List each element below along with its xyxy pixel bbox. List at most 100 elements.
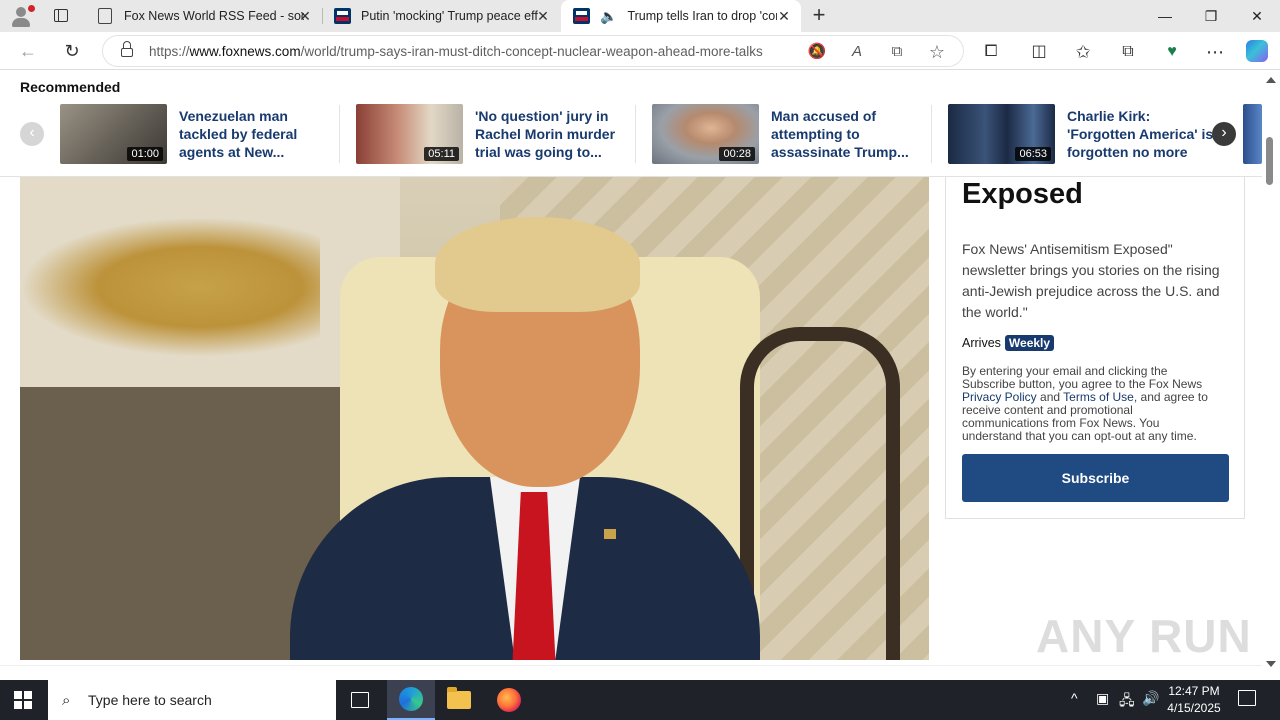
arrives-label: Arrives bbox=[962, 336, 1001, 350]
task-view-button[interactable] bbox=[336, 680, 384, 720]
speaker-icon[interactable]: 🔈 bbox=[600, 8, 617, 25]
taskbar-search-placeholder: Type here to search bbox=[88, 692, 212, 708]
tab-rss-feed[interactable]: Fox News World RSS Feed - socc ✕ bbox=[86, 0, 322, 32]
scroll-down-icon[interactable] bbox=[1266, 661, 1276, 667]
video-thumbnail[interactable] bbox=[1243, 104, 1262, 164]
clock-time: 12:47 PM bbox=[1168, 684, 1220, 698]
page-scrollbar[interactable] bbox=[1262, 71, 1280, 679]
address-bar[interactable]: https://www.foxnews.com/world/trump-says… bbox=[102, 35, 964, 67]
taskbar-edge-button[interactable] bbox=[387, 680, 435, 720]
extensions-icon[interactable]: ⧠ bbox=[980, 41, 1002, 63]
recommended-headline[interactable]: 'No question' jury in Rachel Morin murde… bbox=[475, 107, 625, 161]
read-aloud-icon[interactable]: A bbox=[847, 42, 867, 62]
recommended-item[interactable]: 06:53 Charlie Kirk: 'Forgotten America' … bbox=[948, 104, 1223, 164]
search-icon: ⌕ bbox=[62, 692, 71, 709]
recommended-item[interactable]: 00:28 Man accused of attempting to assas… bbox=[652, 104, 927, 164]
recommended-headline[interactable]: Man accused of attempting to assassinate… bbox=[771, 107, 921, 161]
network-icon[interactable]: 🖧 bbox=[1119, 690, 1135, 714]
url-host: www.foxnews.com bbox=[189, 44, 301, 59]
recommended-item[interactable]: 05:11 'No question' jury in Rachel Morin… bbox=[356, 104, 631, 164]
newsletter-arrives: Arrives Weekly bbox=[962, 335, 1055, 351]
favorite-star-icon[interactable]: ☆ bbox=[927, 42, 947, 62]
article-hero-image[interactable] bbox=[20, 177, 929, 660]
close-window-button[interactable]: ✕ bbox=[1234, 0, 1280, 32]
video-duration: 01:00 bbox=[127, 147, 163, 161]
video-duration: 05:11 bbox=[424, 147, 459, 161]
taskbar-firefox-button[interactable] bbox=[485, 680, 533, 720]
edge-browser-icon bbox=[399, 687, 423, 711]
subscribe-button[interactable]: Subscribe bbox=[962, 454, 1229, 502]
carousel-prev-button[interactable]: ‹ bbox=[20, 122, 44, 146]
tab-trump-iran-article[interactable]: 🔈 Trump tells Iran to drop 'con ✕ bbox=[561, 0, 801, 32]
browser-toolbar: ← ↻ https://www.foxnews.com/world/trump-… bbox=[0, 32, 1280, 70]
flag-pin-icon bbox=[604, 529, 616, 539]
video-thumbnail[interactable]: 06:53 bbox=[948, 104, 1055, 164]
legal-text: By entering your email and clicking the … bbox=[962, 364, 1203, 391]
windows-start-icon[interactable] bbox=[14, 691, 32, 709]
immersive-reader-icon[interactable]: ⧉ bbox=[887, 42, 907, 62]
profile-avatar-icon[interactable] bbox=[10, 5, 35, 27]
video-duration: 00:28 bbox=[719, 147, 755, 161]
video-thumbnail[interactable]: 00:28 bbox=[652, 104, 759, 164]
tray-overflow-chevron-icon[interactable]: ^ bbox=[1071, 690, 1078, 706]
recommended-headline[interactable]: Venezuelan man tackled by federal agents… bbox=[179, 107, 329, 161]
tab-title: Trump tells Iran to drop 'con bbox=[627, 9, 778, 23]
scroll-up-icon[interactable] bbox=[1266, 77, 1276, 83]
tab-close-icon[interactable]: ✕ bbox=[536, 9, 550, 23]
video-thumbnail[interactable]: 05:11 bbox=[356, 104, 463, 164]
url-scheme: https:// bbox=[149, 44, 190, 59]
recommended-headline[interactable]: Charlie Kirk: 'Forgotten America' is for… bbox=[1067, 107, 1217, 161]
recommended-bar: Recommended ‹ 01:00 Venezuelan man tackl… bbox=[0, 71, 1262, 177]
tab-close-icon[interactable]: ✕ bbox=[777, 9, 791, 23]
foxnews-favicon-icon bbox=[334, 8, 351, 24]
lock-icon[interactable] bbox=[121, 41, 133, 57]
item-divider bbox=[931, 105, 932, 163]
favorites-icon[interactable]: ✩ bbox=[1072, 41, 1094, 63]
volume-icon[interactable]: 🔊 bbox=[1142, 690, 1159, 707]
recommended-heading: Recommended bbox=[20, 79, 121, 95]
restore-button[interactable]: ❐ bbox=[1188, 0, 1234, 32]
tray-device-icon[interactable]: ▣ bbox=[1096, 690, 1109, 707]
legal-text: and bbox=[1036, 390, 1064, 404]
carousel-next-button[interactable]: › bbox=[1212, 122, 1236, 146]
document-icon bbox=[98, 8, 112, 24]
new-tab-button[interactable]: + bbox=[808, 4, 830, 26]
minimize-button[interactable]: — bbox=[1142, 0, 1188, 32]
tab-title: Fox News World RSS Feed - socc bbox=[124, 9, 304, 23]
video-duration: 06:53 bbox=[1015, 147, 1051, 161]
page-viewport: Recommended ‹ 01:00 Venezuelan man tackl… bbox=[0, 71, 1262, 679]
privacy-policy-link[interactable]: Privacy Policy bbox=[962, 390, 1037, 404]
tab-actions-icon[interactable] bbox=[52, 7, 70, 25]
foxnews-favicon-icon bbox=[573, 8, 590, 24]
tab-putin-article[interactable]: Putin 'mocking' Trump peace eff ✕ bbox=[322, 0, 560, 32]
collections-icon[interactable]: ⧉ bbox=[1117, 41, 1139, 63]
taskbar-file-explorer-button[interactable] bbox=[435, 680, 483, 720]
legal-disclaimer: By entering your email and clicking the … bbox=[962, 365, 1222, 443]
refresh-button[interactable]: ↻ bbox=[61, 40, 83, 62]
anyrun-watermark: ANY RUN bbox=[1036, 610, 1252, 662]
taskbar-clock[interactable]: 12:47 PM 4/15/2025 bbox=[1166, 683, 1222, 717]
settings-menu-icon[interactable]: ⋯ bbox=[1204, 41, 1226, 63]
page-footer-strip bbox=[0, 665, 1262, 679]
mute-site-icon[interactable]: 🔕 bbox=[807, 42, 827, 62]
newsletter-signup-card: Antisemitism Exposed Fox News' Antisemit… bbox=[945, 144, 1245, 519]
tab-close-icon[interactable]: ✕ bbox=[298, 9, 312, 23]
firefox-icon bbox=[497, 688, 521, 712]
copilot-icon[interactable] bbox=[1246, 40, 1268, 62]
task-view-icon bbox=[351, 692, 369, 708]
scroll-thumb[interactable] bbox=[1266, 137, 1273, 185]
notifications-icon[interactable] bbox=[1238, 690, 1256, 706]
address-url[interactable]: https://www.foxnews.com/world/trump-says… bbox=[149, 44, 763, 59]
taskbar-search-box[interactable]: ⌕ Type here to search bbox=[48, 680, 336, 720]
terms-of-use-link[interactable]: Terms of Use bbox=[1063, 390, 1134, 404]
item-divider bbox=[339, 105, 340, 163]
performance-icon[interactable]: ♥ bbox=[1161, 41, 1183, 63]
tab-strip: Fox News World RSS Feed - socc ✕ Putin '… bbox=[0, 0, 1280, 32]
frequency-badge: Weekly bbox=[1004, 335, 1055, 351]
split-screen-icon[interactable]: ◫ bbox=[1028, 41, 1050, 63]
recommended-item[interactable]: 01:00 Venezuelan man tackled by federal … bbox=[60, 104, 335, 164]
back-button[interactable]: ← bbox=[17, 40, 39, 62]
clock-date: 4/15/2025 bbox=[1167, 701, 1221, 715]
video-thumbnail[interactable]: 01:00 bbox=[60, 104, 167, 164]
folder-icon bbox=[447, 687, 471, 709]
